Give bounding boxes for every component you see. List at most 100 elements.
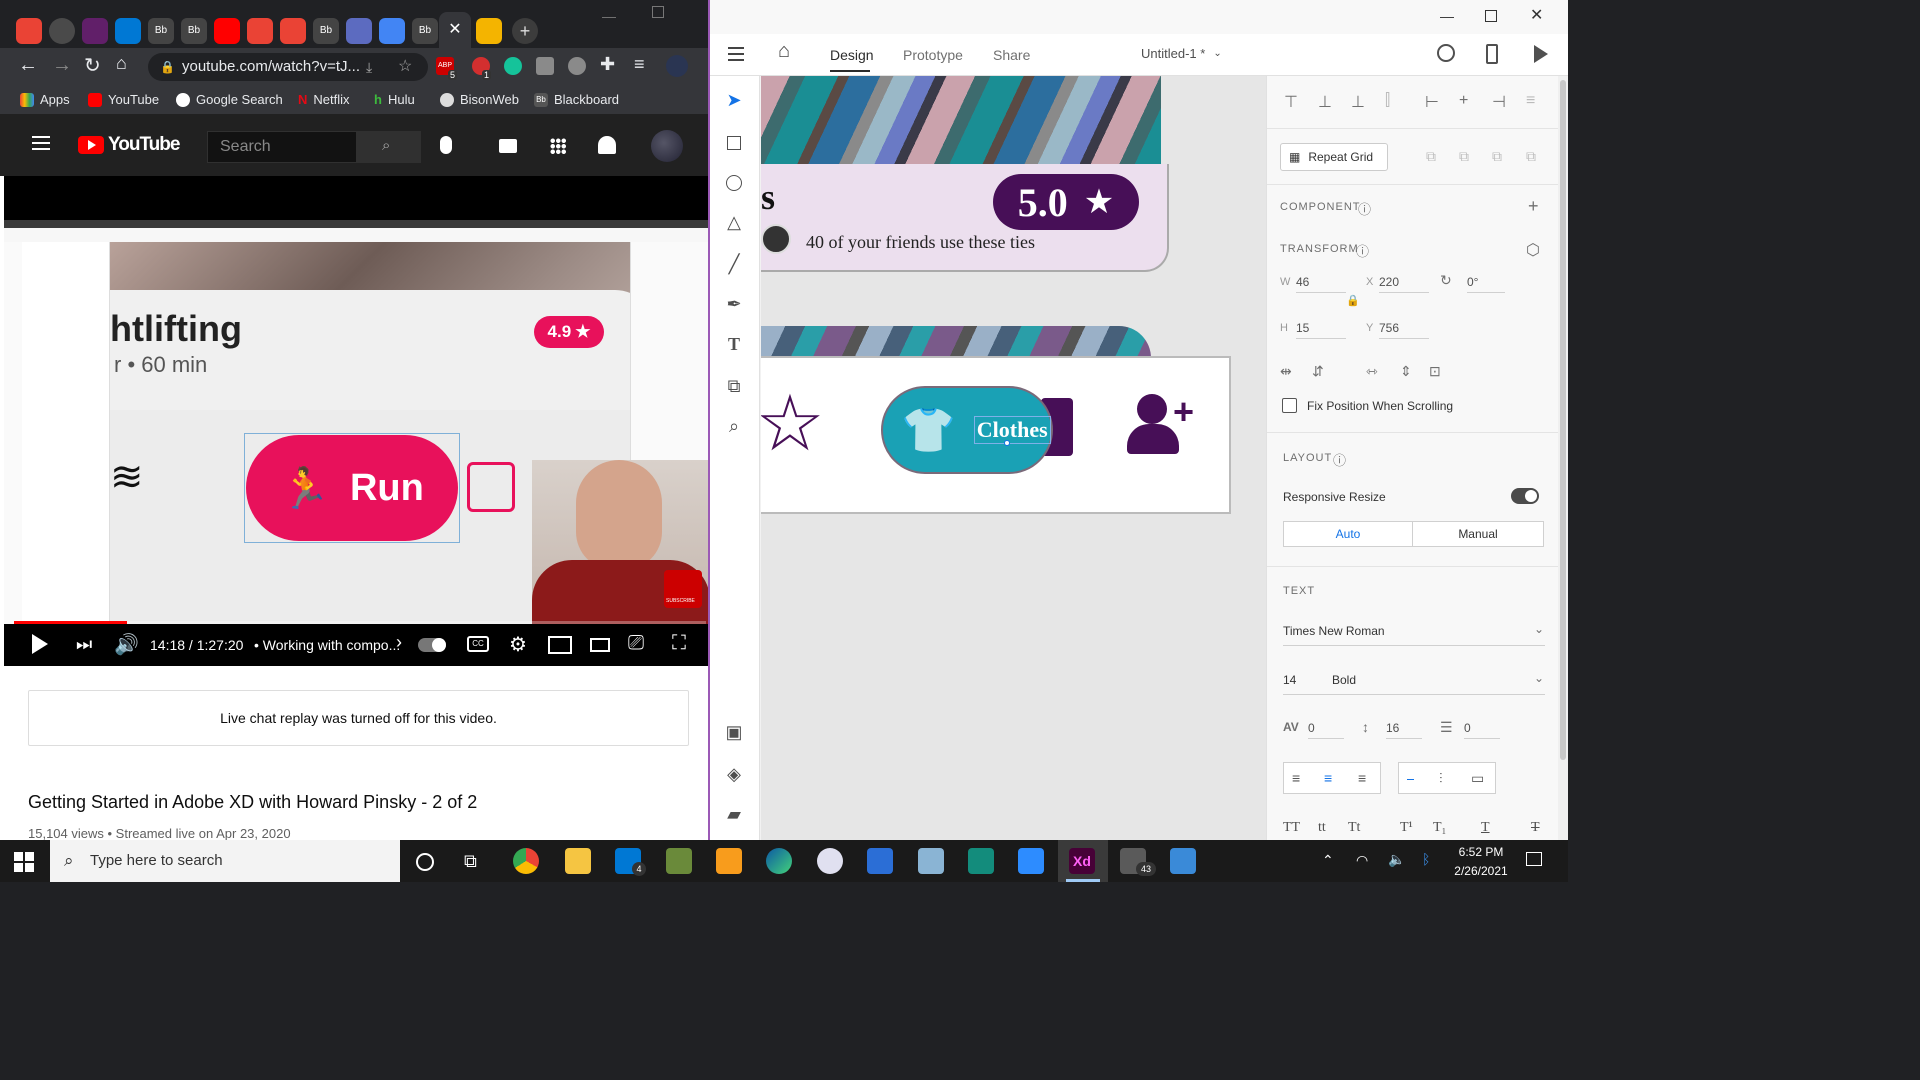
tab-prototype[interactable]: Prototype (903, 47, 963, 63)
task-view-icon[interactable]: ⧉ (464, 851, 477, 872)
y-field[interactable]: 756 (1379, 321, 1429, 339)
assets-icon[interactable]: ▣ (723, 722, 745, 744)
youtube-search-input[interactable]: Search (207, 131, 357, 163)
add-user-icon[interactable]: + (1127, 394, 1205, 458)
tab-share[interactable]: Share (993, 47, 1030, 63)
volume-icon[interactable]: 🔊 (114, 632, 139, 657)
fullscreen-icon[interactable]: ⛶ (672, 632, 686, 655)
polygon-tool-icon[interactable]: △ (723, 212, 745, 234)
subscribe-watermark[interactable]: SUBSCRIBE (664, 570, 702, 608)
minimize-button[interactable]: — (602, 8, 616, 24)
align-center-text-icon[interactable]: ≡ (1324, 770, 1332, 786)
paint-icon[interactable] (817, 848, 843, 874)
bookmark-apps[interactable]: Apps (20, 92, 70, 107)
new-tab-button[interactable]: + (512, 18, 538, 44)
lowercase-button[interactable]: tt (1318, 820, 1326, 836)
bookmark-netflix[interactable]: N Netflix (298, 92, 350, 107)
align-left-text-icon[interactable]: ≡ (1292, 770, 1300, 786)
x-field[interactable]: 220 (1379, 275, 1429, 293)
back-button[interactable]: ← (18, 54, 38, 77)
subscript-button[interactable]: T₁ (1433, 820, 1446, 836)
calendar-icon[interactable] (867, 848, 893, 874)
star-outline-icon[interactable]: ☆ (761, 384, 825, 462)
bookmark-google-search[interactable]: Google Search (176, 92, 283, 107)
paragraph-spacing-field[interactable]: 0 (1464, 721, 1500, 739)
youtube-icon[interactable] (214, 18, 240, 44)
device-preview-icon[interactable] (1486, 44, 1498, 64)
height-field[interactable]: 15 (1296, 321, 1346, 339)
bookmark-star-icon[interactable]: ☆ (398, 53, 412, 81)
chevron-down-icon[interactable]: ⌄ (1534, 622, 1544, 636)
volume-icon[interactable]: 🔈 (1388, 851, 1405, 868)
align-top-icon[interactable]: ⊤ (1284, 92, 1298, 112)
fixed-size-icon[interactable]: ▭ (1471, 770, 1484, 787)
boolean-add-icon[interactable]: ⧉ (1426, 148, 1436, 165)
autoplay-toggle[interactable] (418, 638, 446, 652)
clothes-button[interactable]: 👕 Clothes (881, 386, 1053, 474)
media-queue-icon[interactable]: ≡ (634, 54, 645, 75)
manual-resize-button[interactable]: Manual (1412, 521, 1544, 547)
play-preview-icon[interactable] (1534, 45, 1548, 63)
repeat-grid-button[interactable]: ▦ Repeat Grid (1280, 143, 1388, 171)
youtube-logo[interactable]: YouTube (78, 134, 180, 156)
auto-height-icon[interactable]: ⫶ (1439, 770, 1443, 787)
align-right-text-icon[interactable]: ≡ (1358, 770, 1366, 786)
auto-resize-button[interactable]: Auto (1283, 521, 1413, 547)
app-icon[interactable] (666, 848, 692, 874)
chevron-right-icon[interactable]: › (396, 632, 402, 653)
theater-mode-icon[interactable] (590, 638, 610, 652)
font-size-field[interactable]: 14 (1283, 673, 1296, 687)
distribute-spacing-v-icon[interactable]: ⇕ (1400, 363, 1412, 380)
blackboard-icon[interactable]: Bb (148, 18, 174, 44)
ellipse-tool-icon[interactable] (723, 172, 745, 194)
adobe-xd-icon[interactable]: Xd (1069, 848, 1095, 874)
text-tool-icon[interactable]: T (723, 334, 745, 356)
selection-handle[interactable] (1004, 440, 1010, 446)
sway-icon[interactable] (968, 848, 994, 874)
extension-icon[interactable] (568, 57, 586, 75)
distribute-spacing-h-icon[interactable]: ⇿ (1366, 363, 1378, 380)
rating-badge[interactable]: 5.0 ★ (993, 174, 1139, 230)
uppercase-button[interactable]: TT (1283, 820, 1300, 836)
underline-button[interactable]: T (1481, 820, 1490, 836)
avatar[interactable] (651, 130, 683, 162)
gmail-icon[interactable] (247, 18, 273, 44)
superscript-button[interactable]: T¹ (1400, 820, 1413, 836)
address-bar[interactable]: 🔒 youtube.com/watch?v=tJ... ⤓ ☆ (148, 53, 428, 81)
width-field[interactable]: 46 (1296, 275, 1346, 293)
settings-gear-icon[interactable]: ⚙ (509, 632, 527, 657)
bookmark-blackboard[interactable]: Bb Blackboard (534, 92, 619, 107)
app-icon[interactable] (716, 848, 742, 874)
clock-time[interactable]: 6:52 PM (1450, 845, 1512, 859)
puzzle-icon[interactable]: ✚ (600, 54, 615, 75)
grammarly-icon[interactable] (504, 57, 522, 75)
docs-icon[interactable] (379, 18, 405, 44)
next-icon[interactable]: ⏭ (76, 634, 92, 655)
cast-icon[interactable]: ⎚ (628, 632, 644, 655)
align-bottom-icon[interactable]: ⊥ (1351, 92, 1365, 112)
close-icon[interactable]: ✕ (439, 12, 471, 48)
design-canvas[interactable]: s 5.0 ★ 40 of your friends use these tie… (761, 76, 1266, 840)
3d-transform-icon[interactable]: ⬡ (1526, 240, 1540, 260)
home-icon[interactable]: ⌂ (778, 40, 790, 63)
extension-icon[interactable] (536, 57, 554, 75)
microphone-icon[interactable] (440, 136, 452, 154)
edge-icon[interactable] (766, 848, 792, 874)
gmail-icon[interactable] (16, 18, 42, 44)
plugins-icon[interactable]: ▰ (723, 804, 745, 826)
info-icon[interactable]: ⓘ (1356, 241, 1369, 260)
close-button[interactable]: ✕ (1530, 5, 1543, 25)
chevron-down-icon[interactable]: ⌄ (1534, 671, 1544, 685)
character-spacing-field[interactable]: 0 (1308, 721, 1344, 739)
bookmark-youtube[interactable]: YouTube (88, 92, 159, 107)
play-icon[interactable] (32, 634, 48, 654)
distribute-vertical-icon[interactable]: ⫿ (1385, 92, 1390, 110)
notifications-icon[interactable] (1526, 852, 1542, 866)
menu-icon[interactable] (32, 136, 50, 138)
align-right-icon[interactable]: ⊣ (1492, 92, 1506, 112)
zoom-icon[interactable] (1018, 848, 1044, 874)
outlook-icon[interactable] (115, 18, 141, 44)
cortana-icon[interactable] (416, 853, 434, 871)
hamburger-menu-icon[interactable] (728, 47, 744, 49)
boolean-subtract-icon[interactable]: ⧉ (1459, 148, 1469, 165)
